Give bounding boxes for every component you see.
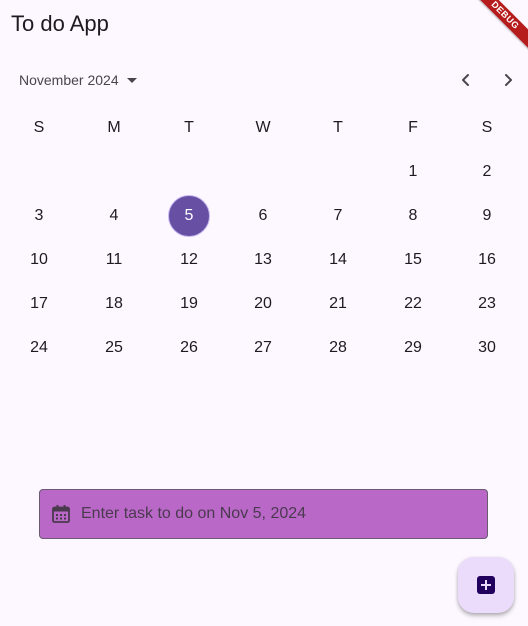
chevron-left-icon — [462, 74, 469, 86]
calendar-day[interactable]: 24 — [19, 328, 59, 368]
task-input[interactable] — [81, 505, 471, 523]
calendar-day[interactable]: 29 — [393, 328, 433, 368]
chevron-right-icon — [505, 74, 512, 86]
calendar-day[interactable]: 13 — [243, 240, 283, 280]
weekday-label: F — [408, 119, 418, 136]
weekday-label: T — [333, 119, 343, 136]
calendar-day[interactable]: 11 — [94, 240, 134, 280]
calendar-day[interactable]: 22 — [393, 284, 433, 324]
calendar-day[interactable]: 17 — [19, 284, 59, 324]
calendar-day[interactable]: 2 — [467, 152, 507, 192]
calendar-day[interactable]: 21 — [318, 284, 358, 324]
calendar-day[interactable]: 23 — [467, 284, 507, 324]
calendar-day[interactable]: 1 — [393, 152, 433, 192]
calendar-day[interactable]: 6 — [243, 196, 283, 236]
calendar-day[interactable]: 27 — [243, 328, 283, 368]
calendar-day[interactable]: 28 — [318, 328, 358, 368]
calendar-day[interactable]: 4 — [94, 196, 134, 236]
calendar-day[interactable]: 3 — [19, 196, 59, 236]
calendar-day[interactable]: 10 — [19, 240, 59, 280]
debug-banner-label: DEBUG — [468, 0, 528, 56]
debug-banner: DEBUG — [468, 0, 528, 60]
add-task-button[interactable] — [458, 557, 514, 613]
calendar-day[interactable]: 7 — [318, 196, 358, 236]
previous-month-button[interactable] — [452, 66, 480, 94]
calendar-day[interactable]: 16 — [467, 240, 507, 280]
calendar-day[interactable]: 20 — [243, 284, 283, 324]
month-label: November 2024 — [19, 72, 119, 88]
calendar-icon — [50, 503, 72, 525]
calendar-day-selected[interactable]: 5 — [168, 195, 210, 237]
add-box-icon — [477, 576, 495, 594]
arrow-drop-down-icon — [126, 77, 137, 83]
month-picker-button[interactable]: November 2024 — [11, 66, 145, 94]
weekday-label: S — [33, 119, 45, 136]
next-month-button[interactable] — [494, 66, 522, 94]
app-title: To do App — [11, 11, 109, 36]
weekday-label: T — [184, 119, 194, 136]
calendar-day[interactable]: 19 — [169, 284, 209, 324]
calendar-day[interactable]: 9 — [467, 196, 507, 236]
calendar-day[interactable]: 26 — [169, 328, 209, 368]
weekday-label: S — [481, 119, 493, 136]
task-field[interactable] — [39, 489, 488, 539]
calendar-day[interactable]: 12 — [169, 240, 209, 280]
calendar-day[interactable]: 18 — [94, 284, 134, 324]
weekday-label: W — [255, 119, 271, 136]
calendar-day[interactable]: 14 — [318, 240, 358, 280]
calendar-day[interactable]: 25 — [94, 328, 134, 368]
weekday-label: M — [107, 119, 121, 136]
calendar-day[interactable]: 8 — [393, 196, 433, 236]
calendar-day[interactable]: 15 — [393, 240, 433, 280]
calendar-day[interactable]: 30 — [467, 328, 507, 368]
